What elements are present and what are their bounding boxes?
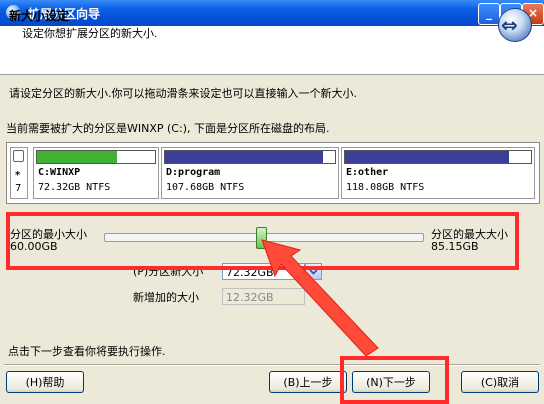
annotation-arrow-icon xyxy=(261,239,379,357)
